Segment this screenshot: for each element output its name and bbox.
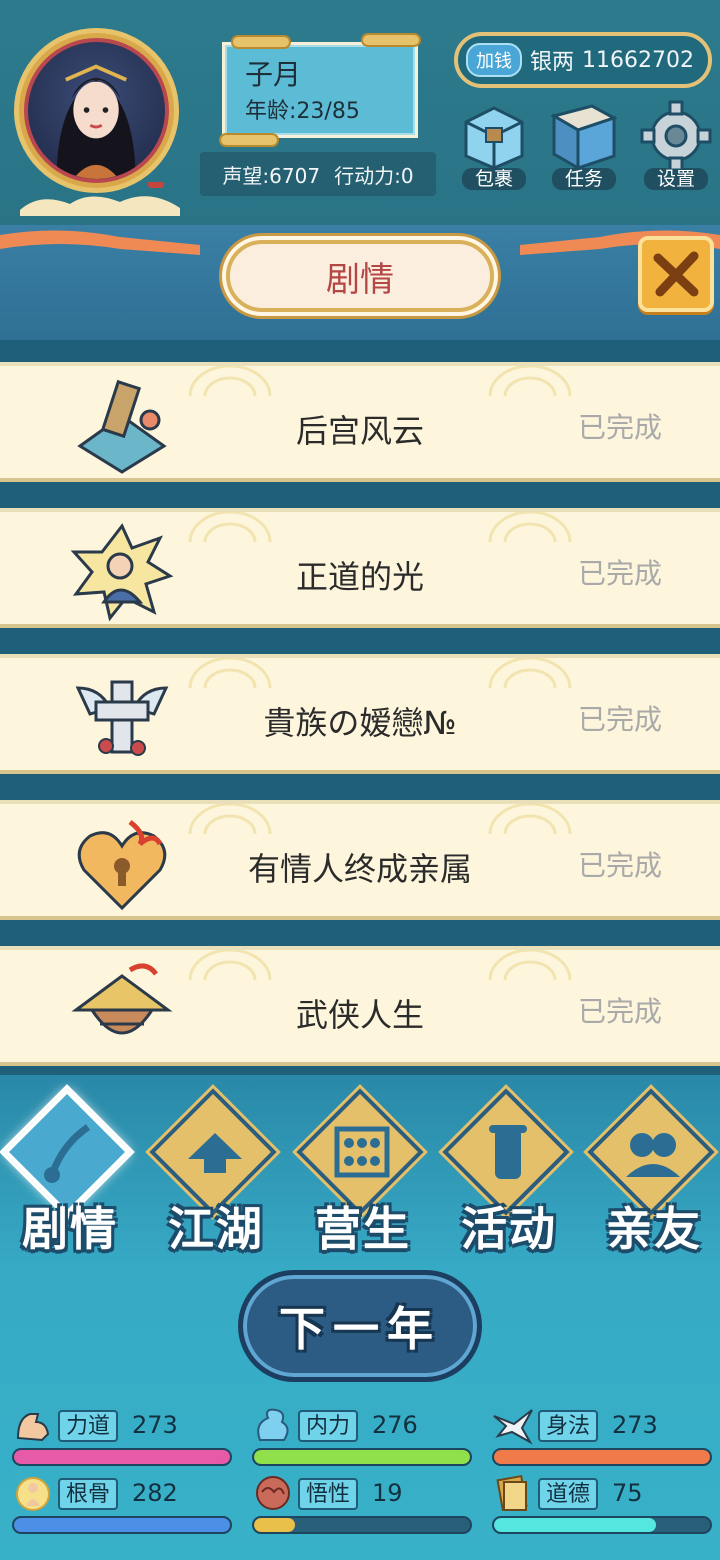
story-title: 有情人终成亲属 (247, 850, 472, 888)
panel-title-plate: 剧情 (196, 232, 524, 320)
story-status: 已完成 (578, 557, 663, 590)
nav-story[interactable]: 剧情 (0, 1085, 140, 1256)
straw-hat-icon (71, 963, 173, 1035)
attr-agility: 身法 273 (492, 1404, 716, 1466)
attr-name: 身法 (538, 1410, 599, 1442)
attr-value: 282 (132, 1479, 178, 1507)
story-status: 已完成 (578, 703, 663, 736)
money-label: 银两 (530, 50, 575, 75)
story-row[interactable]: 后宫风云 已完成 (0, 362, 720, 482)
next-year-button[interactable]: 下一年 (238, 1270, 482, 1382)
bag-button[interactable]: 包裹 (450, 98, 538, 194)
attr-constitution: 根骨 282 (12, 1472, 236, 1534)
story-row[interactable]: 正道的光 已完成 (0, 508, 720, 628)
next-year-label: 下一年 (279, 1302, 441, 1356)
attr-strength: 力道 273 (12, 1404, 236, 1466)
panel-title: 剧情 (226, 240, 494, 312)
attr-value: 75 (612, 1479, 643, 1507)
nav-friends[interactable]: 亲友 (584, 1085, 720, 1256)
attr-value: 276 (372, 1411, 418, 1439)
attr-bar (252, 1516, 472, 1534)
story-status: 已完成 (578, 849, 663, 882)
attr-bar (252, 1448, 472, 1466)
story-title: 后宫风云 (295, 412, 424, 450)
add-money-button[interactable]: 加钱 (466, 43, 522, 77)
attr-value: 273 (612, 1411, 658, 1439)
player-name: 子月 (245, 58, 302, 91)
nav-label: 剧情 (22, 1202, 118, 1256)
player-age: 年龄:23/85 (245, 99, 360, 124)
attr-bar (492, 1516, 712, 1534)
heart-lock-icon (77, 820, 167, 911)
task-label: 任务 (552, 168, 616, 190)
story-title: 正道的光 (295, 558, 424, 596)
bag-icon (464, 106, 524, 170)
attr-bar (12, 1516, 232, 1534)
bag-label: 包裹 (462, 168, 526, 190)
nav-livelihood[interactable]: 营生 (293, 1085, 433, 1256)
gear-icon (640, 100, 712, 172)
attr-value: 19 (372, 1479, 403, 1507)
spirit-icon (257, 1408, 289, 1441)
book-icon (550, 104, 618, 171)
attr-name: 道德 (538, 1478, 599, 1510)
reputation: 声望:6707 (222, 163, 321, 188)
attr-inner-power: 内力 276 (252, 1404, 476, 1466)
abacus-icon (334, 1126, 390, 1178)
nav-activity[interactable]: 活动 (439, 1085, 579, 1256)
settings-label: 设置 (644, 168, 708, 190)
settings-button[interactable]: 设置 (632, 98, 720, 194)
avatar[interactable] (10, 22, 185, 216)
hat-icon (188, 1133, 242, 1173)
attr-name: 悟性 (298, 1478, 359, 1510)
hero-icon (70, 523, 174, 622)
story-row[interactable]: 有情人终成亲属 已完成 (0, 800, 720, 920)
avatar-portrait (24, 38, 169, 183)
attr-name: 力道 (58, 1410, 119, 1442)
brush-icon (44, 1124, 91, 1183)
story-title: 武侠人生 (295, 996, 424, 1034)
task-button[interactable]: 任务 (540, 98, 628, 194)
story-status: 已完成 (578, 995, 663, 1028)
close-icon (653, 251, 699, 297)
attr-bar (12, 1448, 232, 1466)
attr-comprehension: 悟性 19 (252, 1472, 476, 1534)
book-icon (496, 1474, 528, 1512)
action-points: 行动力:0 (334, 163, 414, 188)
nav-label: 亲友 (606, 1202, 702, 1256)
story-title: 貴族の嫒戀№ (263, 704, 457, 742)
money-box: 加钱 银两 11662702 (454, 32, 712, 88)
cloud-decoration (20, 182, 180, 216)
attr-morality: 道德 75 (492, 1472, 716, 1534)
money-value: 11662702 (582, 47, 694, 73)
aura-icon (16, 1477, 50, 1511)
attr-name: 内力 (298, 1410, 359, 1442)
close-button[interactable] (638, 236, 714, 312)
attr-name: 根骨 (58, 1478, 119, 1510)
player-info-card: 子月 年龄:23/85 (219, 33, 421, 147)
brain-icon (256, 1476, 290, 1510)
muscle-icon (16, 1413, 50, 1442)
scroll-icon (489, 1125, 527, 1179)
story-status: 已完成 (578, 411, 663, 444)
fan-icon (77, 379, 167, 474)
nav-label: 江湖 (168, 1202, 264, 1256)
friends-icon (626, 1133, 680, 1177)
attr-bar (492, 1448, 712, 1466)
winged-cross-icon (75, 680, 169, 756)
player-stats: 声望:6707 行动力:0 (200, 152, 436, 196)
nav-label: 活动 (461, 1202, 557, 1256)
nav-label: 营生 (315, 1202, 411, 1256)
story-row[interactable]: 貴族の嫒戀№ 已完成 (0, 654, 720, 774)
nav-jianghu[interactable]: 江湖 (146, 1085, 286, 1256)
attr-value: 273 (132, 1411, 178, 1439)
swallow-icon (493, 1409, 533, 1445)
story-row[interactable]: 武侠人生 已完成 (0, 946, 720, 1066)
